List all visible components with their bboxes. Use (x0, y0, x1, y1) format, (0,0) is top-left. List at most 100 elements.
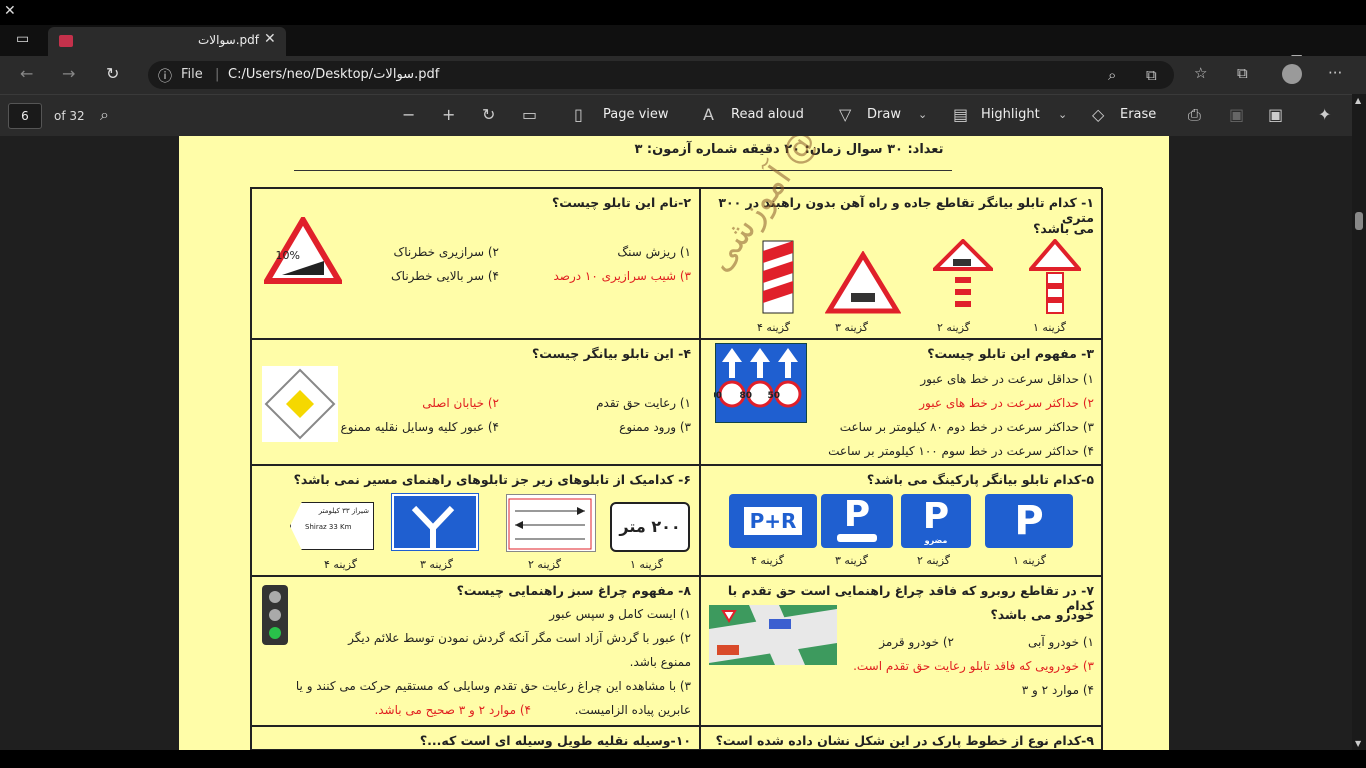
option1-distance-sign: ۲۰۰ متر (610, 502, 690, 552)
address-input[interactable]: ⓘ File | C:/Users/neo/Desktop/سوالات.pdf… (148, 61, 1174, 89)
slope-label: 10% (276, 249, 300, 262)
read-aloud-icon[interactable]: A (703, 105, 714, 124)
header-divider (294, 170, 952, 171)
close-tab-icon[interactable]: ✕ (264, 31, 276, 47)
erase-icon[interactable]: ◇ (1092, 105, 1104, 124)
app-logo-icon: ✕ (4, 3, 16, 19)
highlight-button[interactable]: Highlight (981, 107, 1040, 122)
question-4-text: ۴- این تابلو بیانگر چیست؟ (531, 346, 691, 361)
pdf-viewer[interactable]: تعداد: ۳۰ سوال زمان: ۲۰ دقیقه شماره آزمو… (0, 136, 1366, 750)
parking-sign-4: P+R (729, 494, 817, 548)
lane-arrows-icon: 100 80 50 (703, 348, 802, 408)
question-9: ۹-کدام نوع از خطوط پارک در این شکل نشان … (700, 726, 1103, 750)
scroll-down-icon[interactable]: ▼ (1355, 739, 1361, 748)
option4-sign-icon (762, 240, 794, 314)
profile-avatar[interactable] (1282, 64, 1302, 84)
draw-chevron-down-icon[interactable]: ⌄ (918, 108, 927, 121)
question-1-text-cont: می باشد؟ (1033, 221, 1094, 236)
page-view-icon[interactable]: ▯ (574, 105, 583, 124)
question-6: ۶- کدامیک از تابلوهای زیر جز تابلوهای را… (251, 465, 700, 576)
collections-icon[interactable]: ⧉ (1237, 64, 1248, 82)
rotate-icon[interactable]: ↻ (482, 105, 495, 124)
option3-sign-icon (825, 251, 901, 314)
scroll-up-icon[interactable]: ▲ (1355, 96, 1361, 105)
favorites-icon[interactable]: ☆ (1194, 64, 1207, 82)
parking-sign-2: P مضرو (901, 494, 971, 548)
question-8: ۸- مفهوم چراغ سبز راهنمایی چیست؟ ۱) ایست… (251, 576, 700, 726)
q5-caption-3: گزینه ۳ (835, 554, 869, 567)
q2-option-3: ۳) شیب سرازیری ۱۰ درصد (553, 269, 691, 283)
q5-caption-2: گزینه ۲ (917, 554, 951, 567)
question-10: ۱۰-وسیله نقلیه طویل وسیله ای است که...؟ (251, 726, 700, 750)
option4-fa-text: شیراز ۳۳ کیلومتر (318, 507, 369, 515)
draw-icon[interactable]: ▽ (839, 105, 851, 124)
question-8-text: ۸- مفهوم چراغ سبز راهنمایی چیست؟ (456, 583, 691, 598)
pdf-page: تعداد: ۳۰ سوال زمان: ۲۰ دقیقه شماره آزمو… (179, 136, 1169, 750)
page-count: of 32 (54, 109, 85, 123)
option1-sign-icon (1029, 239, 1081, 314)
draw-button[interactable]: Draw (867, 107, 901, 122)
question-2-text: ۲-نام این تابلو چیست؟ (552, 195, 691, 210)
tab-actions-icon[interactable]: ▭ (16, 31, 29, 47)
lane-speed-sign: 100 80 50 (703, 343, 807, 423)
question-6-text: ۶- کدامیک از تابلوهای زیر جز تابلوهای را… (293, 472, 691, 487)
file-label: File (181, 67, 203, 82)
park-ride-label: P+R (741, 505, 805, 537)
bottom-strip (0, 750, 1366, 768)
question-3: ۳- مفهوم این تابلو چیست؟ 100 80 50 (700, 339, 1103, 465)
question-5-text: ۵-کدام تابلو بیانگر پارکینگ می باشد؟ (866, 472, 1094, 487)
more-menu-icon[interactable]: ··· (1328, 64, 1342, 82)
fit-page-icon[interactable]: ▭ (522, 105, 537, 124)
question-1: ۱- کدام تابلو بیانگر تقاطع جاده و راه آه… (700, 188, 1103, 339)
address-separator: | (215, 67, 220, 82)
question-9-text: ۹-کدام نوع از خطوط پارک در این شکل نشان … (715, 733, 1094, 748)
slope-warning-sign-icon: 10% (264, 217, 342, 284)
pin-icon[interactable]: ✦ (1318, 105, 1331, 124)
questions-grid: ۱- کدام تابلو بیانگر تقاطع جاده و راه آه… (250, 187, 1103, 750)
parking-sign-2-letter: P (922, 496, 950, 537)
tab-pdf[interactable]: سوالات.pdf ✕ (48, 27, 286, 56)
print-icon[interactable]: ⎙ (1188, 105, 1201, 125)
option4-direction-sign: شیراز ۳۳ کیلومتر Shiraz 33 Km (290, 502, 374, 550)
zoom-in-button[interactable]: + (442, 105, 455, 124)
forward-button[interactable]: → (62, 64, 75, 83)
pdf-toolbar: 6 of 32 ⌕ − + ↻ ▭ ▯ Page view A Read alo… (0, 94, 1366, 136)
q2-option-1: ۱) ریزش سنگ (617, 245, 691, 259)
address-url: C:/Users/neo/Desktop/سوالات.pdf (228, 67, 440, 82)
question-5: ۵-کدام تابلو بیانگر پارکینگ می باشد؟ P P… (700, 465, 1103, 576)
back-button[interactable]: ← (20, 64, 33, 83)
parking-sign-3-letter: P (843, 494, 871, 535)
zoom-icon[interactable]: ⌕ (1108, 66, 1116, 84)
refresh-button[interactable]: ↻ (106, 64, 119, 83)
q8-option-2-cont: ممنوع باشد. (629, 655, 691, 669)
q6-caption-2: گزینه ۲ (528, 558, 562, 571)
q3-option-3: ۳) حداکثر سرعت در خط دوم ۸۰ کیلومتر بر س… (839, 420, 1094, 434)
erase-button[interactable]: Erase (1120, 107, 1156, 122)
q1-caption-4: گزینه ۴ (757, 321, 791, 334)
q3-option-2: ۲) حداکثر سرعت در خط های عبور (919, 396, 1094, 410)
direction-board-icon (508, 498, 592, 550)
highlight-chevron-down-icon[interactable]: ⌄ (1058, 108, 1067, 121)
q6-caption-4: گزینه ۴ (324, 558, 358, 571)
parking-sign-3: P (821, 494, 893, 548)
q8-option-4: ۴) موارد ۲ و ۳ صحیح می باشد. (374, 703, 531, 717)
read-aloud-button[interactable]: Read aloud (731, 107, 804, 122)
question-2: ۲-نام این تابلو چیست؟ 10% ۱) ریزش سنگ ۲)… (251, 188, 700, 339)
q5-caption-1: گزینه ۱ (1013, 554, 1047, 567)
extensions-icon[interactable]: ⧉ (1146, 66, 1157, 84)
page-view-button[interactable]: Page view (603, 107, 669, 122)
info-icon[interactable]: ⓘ (158, 66, 172, 86)
scrollbar-thumb[interactable] (1355, 212, 1363, 230)
option2-sign-icon (933, 239, 993, 307)
q3-option-1: ۱) حداقل سرعت در خط های عبور (920, 372, 1094, 386)
search-icon[interactable]: ⌕ (100, 105, 109, 125)
tab-title: سوالات.pdf (198, 33, 260, 47)
vertical-scrollbar[interactable]: ▲ ▼ (1352, 94, 1366, 750)
save-as-icon[interactable]: ▣ (1268, 105, 1283, 124)
highlight-icon[interactable]: ▤ (953, 105, 968, 124)
zoom-out-button[interactable]: − (402, 105, 415, 124)
page-number-input[interactable]: 6 (8, 103, 42, 129)
title-strip: ✕ (0, 0, 1366, 25)
q7-option-4: ۴) موارد ۲ و ۳ (1021, 683, 1094, 697)
question-7: ۷- در تقاطع روبرو که فاقد چراغ راهنمایی … (700, 576, 1103, 726)
